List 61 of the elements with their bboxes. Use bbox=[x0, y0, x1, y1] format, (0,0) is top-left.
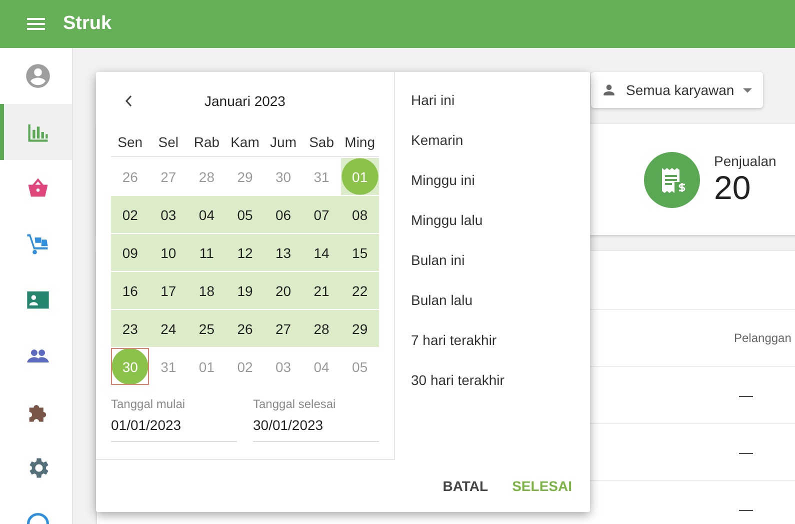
chevron-left-icon[interactable] bbox=[125, 95, 133, 107]
receipt-icon bbox=[644, 152, 700, 208]
app-title: Struk bbox=[63, 13, 112, 35]
calendar-day[interactable]: 19 bbox=[226, 272, 264, 309]
calendar-day[interactable]: 06 bbox=[264, 196, 302, 233]
month-label: Januari 2023 bbox=[204, 93, 286, 109]
preset-option[interactable]: Kemarin bbox=[411, 130, 504, 170]
stat-value: 20 bbox=[714, 168, 751, 206]
calendar-day[interactable]: 10 bbox=[149, 234, 188, 271]
calendar-day[interactable]: 11 bbox=[188, 234, 226, 271]
caret-icon bbox=[743, 88, 752, 92]
weekday-label: Kam bbox=[230, 134, 260, 150]
employee-dropdown[interactable]: Semua karyawan bbox=[591, 72, 763, 108]
preset-option[interactable]: Minggu ini bbox=[411, 170, 504, 210]
preset-option[interactable]: 30 hari terakhir bbox=[411, 370, 504, 410]
calendar-day[interactable]: 20 bbox=[264, 272, 302, 309]
weekday-label: Sen bbox=[116, 134, 144, 150]
calendar-day[interactable]: 28 bbox=[302, 310, 341, 347]
table-cell-text: — bbox=[738, 444, 753, 460]
calendar-day[interactable]: 18 bbox=[188, 272, 226, 309]
preset-option[interactable]: Bulan ini bbox=[411, 250, 504, 290]
calendar-day[interactable]: 23 bbox=[111, 310, 150, 347]
calendar-day[interactable]: 15 bbox=[340, 234, 379, 271]
calendar-day[interactable]: 09 bbox=[111, 234, 150, 271]
weekday-label: Jum bbox=[269, 134, 298, 150]
end-date-field[interactable]: Tanggal selesai 30/01/2023 bbox=[253, 397, 379, 442]
weekday-label: Sab bbox=[308, 134, 336, 150]
calendar-day[interactable]: 29 bbox=[340, 310, 379, 347]
calendar-day[interactable]: 14 bbox=[302, 234, 341, 271]
preset-option[interactable]: Bulan lalu bbox=[411, 290, 504, 330]
calendar-day[interactable]: 21 bbox=[302, 272, 341, 309]
calendar-day[interactable]: 24 bbox=[149, 310, 188, 347]
preset-option[interactable]: 7 hari terakhir bbox=[411, 330, 504, 370]
weekday-label: Ming bbox=[344, 134, 376, 150]
calendar-day[interactable]: 13 bbox=[264, 234, 302, 271]
menu-icon[interactable] bbox=[27, 18, 45, 30]
person-icon bbox=[601, 82, 617, 98]
calendar-day[interactable]: 02 bbox=[111, 196, 150, 233]
preset-option[interactable]: Minggu lalu bbox=[411, 210, 504, 250]
calendar-day[interactable]: 22 bbox=[340, 272, 379, 309]
calendar-day[interactable]: 04 bbox=[188, 196, 226, 233]
calendar-day[interactable]: 08 bbox=[340, 196, 379, 233]
table-cell-text: — bbox=[738, 387, 753, 403]
table-cell-text: — bbox=[738, 501, 753, 517]
calendar-day[interactable]: 05 bbox=[226, 196, 264, 233]
column-header: Pelanggan bbox=[734, 331, 792, 345]
stat-label: Penjualan bbox=[714, 152, 776, 168]
weekday-label: Sel bbox=[157, 134, 180, 150]
start-date-field[interactable]: Tanggal mulai 01/01/2023 bbox=[111, 397, 237, 442]
calendar-day[interactable]: 03 bbox=[149, 196, 188, 233]
calendar-day[interactable]: 07 bbox=[302, 196, 341, 233]
cancel-button[interactable]: BATAL bbox=[434, 470, 496, 502]
calendar-day[interactable]: 12 bbox=[226, 234, 264, 271]
weekday-label: Rab bbox=[192, 134, 221, 150]
dropdown-label: Semua karyawan bbox=[626, 82, 734, 98]
preset-option[interactable]: Hari ini bbox=[411, 90, 504, 130]
calendar-day[interactable]: 27 bbox=[264, 310, 302, 347]
calendar-day[interactable]: 25 bbox=[188, 310, 226, 347]
calendar-day[interactable]: 17 bbox=[149, 272, 188, 309]
calendar-day[interactable]: 26 bbox=[226, 310, 264, 347]
calendar-day[interactable]: 16 bbox=[111, 272, 150, 309]
